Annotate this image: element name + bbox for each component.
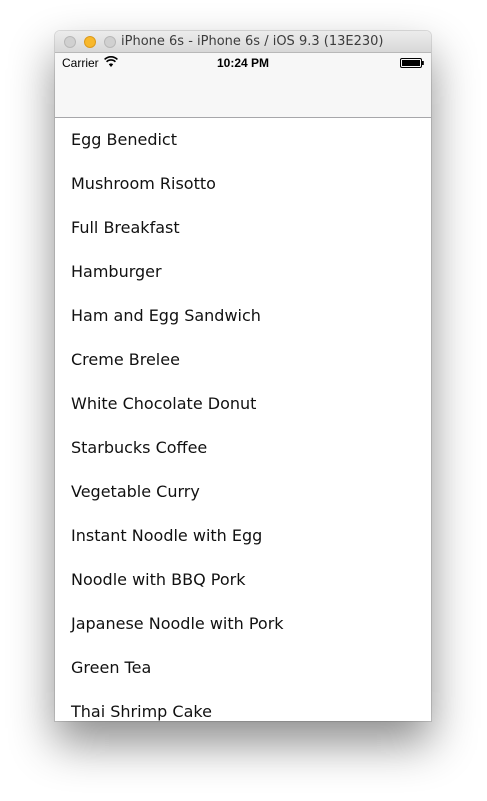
status-time: 10:24 PM (216, 56, 270, 70)
list-item[interactable]: Ham and Egg Sandwich (55, 294, 431, 338)
list-item[interactable]: Japanese Noodle with Pork (55, 602, 431, 646)
list-item[interactable]: Noodle with BBQ Pork (55, 558, 431, 602)
minimize-window-button[interactable] (84, 36, 96, 48)
close-window-button[interactable] (64, 36, 76, 48)
simulator-window: iPhone 6s - iPhone 6s / iOS 9.3 (13E230)… (55, 31, 431, 721)
status-bar: Carrier 10:24 PM (55, 53, 431, 73)
list-item[interactable]: Creme Brelee (55, 338, 431, 382)
battery-icon (400, 58, 424, 68)
list-item[interactable]: Egg Benedict (55, 118, 431, 162)
food-list: Egg Benedict Mushroom Risotto Full Break… (55, 118, 431, 721)
list-item[interactable]: Vegetable Curry (55, 470, 431, 514)
list-item[interactable]: Thai Shrimp Cake (55, 690, 431, 721)
window-title: iPhone 6s - iPhone 6s / iOS 9.3 (13E230) (121, 34, 384, 49)
list-item[interactable]: Green Tea (55, 646, 431, 690)
list-item[interactable]: Starbucks Coffee (55, 426, 431, 470)
window-titlebar[interactable]: iPhone 6s - iPhone 6s / iOS 9.3 (13E230) (55, 31, 431, 53)
zoom-window-button[interactable] (104, 36, 116, 48)
list-item[interactable]: Instant Noodle with Egg (55, 514, 431, 558)
list-item[interactable]: Full Breakfast (55, 206, 431, 250)
list-item[interactable]: Hamburger (55, 250, 431, 294)
device-screen: Carrier 10:24 PM Egg Benedict Mushroom R… (55, 53, 431, 721)
list-item[interactable]: White Chocolate Donut (55, 382, 431, 426)
list-item[interactable]: Mushroom Risotto (55, 162, 431, 206)
